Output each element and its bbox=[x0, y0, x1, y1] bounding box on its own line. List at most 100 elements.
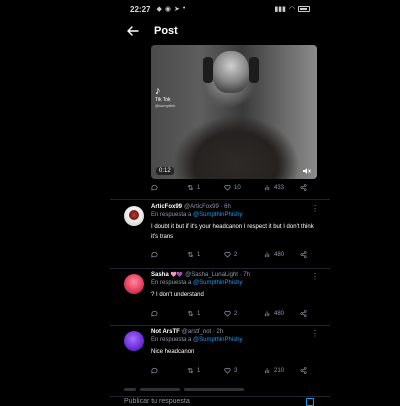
image-icon[interactable] bbox=[306, 398, 314, 406]
reply-button[interactable] bbox=[151, 367, 158, 374]
retweet-icon bbox=[187, 310, 194, 317]
phone-screen: 22:27 ◆ ◉ ➤ • ▮▮▮ ◠ Post ♪ Tik Tok @sump… bbox=[110, 0, 330, 406]
reply-content: Sasha 🩷💜 @Sasha_LunaLight · 7h En respue… bbox=[151, 272, 321, 317]
share-icon bbox=[300, 310, 307, 317]
reply-text: I doubt it but if it's your headcanon I … bbox=[151, 224, 314, 240]
views-button[interactable]: 480 bbox=[264, 251, 284, 258]
peek-avatar bbox=[124, 388, 136, 391]
next-reply-peek bbox=[124, 388, 314, 392]
whatsapp-icon: ◉ bbox=[164, 6, 171, 13]
reply-composer[interactable]: Publicar tu respuesta bbox=[110, 396, 330, 406]
reply-actions: 1 2 480 bbox=[151, 251, 321, 261]
replying-to: En respuesta a @SumpthinPhishy bbox=[151, 337, 321, 343]
wifi-icon: ◠ bbox=[288, 6, 295, 13]
reply-item[interactable]: ⋮ Sasha 🩷💜 @Sasha_LunaLight · 7h En resp… bbox=[110, 272, 330, 324]
views-count: 480 bbox=[274, 310, 285, 317]
share-button[interactable] bbox=[300, 310, 307, 317]
mention-link[interactable]: @SumpthinPhishy bbox=[193, 212, 242, 218]
status-time: 22:27 bbox=[130, 4, 151, 14]
reply-item[interactable]: ⋮ ArticFox99 @ArticFox99 · 6h En respues… bbox=[110, 204, 330, 268]
reply-author-name[interactable]: ArticFox99 bbox=[151, 204, 182, 210]
like-button[interactable]: 2 bbox=[224, 310, 237, 317]
like-count: 2 bbox=[234, 310, 238, 317]
status-right-icons: ▮▮▮ ◠ bbox=[274, 5, 310, 13]
views-button[interactable]: 433 bbox=[264, 184, 284, 191]
retweet-button[interactable]: 1 bbox=[187, 367, 200, 374]
avatar[interactable] bbox=[124, 274, 144, 294]
retweet-icon bbox=[187, 367, 194, 374]
reply-content: ArticFox99 @ArticFox99 · 6h En respuesta… bbox=[151, 204, 321, 258]
comment-icon bbox=[151, 367, 158, 374]
reply-text: ? I don't understand bbox=[151, 292, 204, 298]
volume-icon[interactable] bbox=[302, 167, 311, 175]
views-icon bbox=[264, 252, 270, 258]
reply-header: Sasha 🩷💜 @Sasha_LunaLight · 7h bbox=[151, 272, 321, 278]
reply-input-placeholder[interactable]: Publicar tu respuesta bbox=[124, 398, 190, 405]
mention-link[interactable]: @SumpthinPhishy bbox=[193, 337, 242, 343]
like-button[interactable]: 10 bbox=[224, 184, 241, 191]
back-button[interactable] bbox=[120, 18, 146, 44]
reply-header: Not ArsTF @arstf_not · 2h bbox=[151, 329, 321, 335]
like-count: 10 bbox=[234, 184, 241, 191]
views-icon bbox=[264, 368, 270, 374]
retweet-count: 1 bbox=[197, 310, 201, 317]
page-title: Post bbox=[154, 25, 178, 37]
reply-content: Not ArsTF @arstf_not · 2h En respuesta a… bbox=[151, 329, 321, 374]
like-button[interactable]: 2 bbox=[224, 251, 237, 258]
retweet-count: 1 bbox=[197, 184, 201, 191]
comment-icon bbox=[151, 184, 158, 191]
views-count: 433 bbox=[274, 184, 285, 191]
divider bbox=[110, 325, 330, 326]
dot-icon: • bbox=[182, 5, 186, 12]
reply-button[interactable] bbox=[151, 310, 158, 317]
status-bar: 22:27 ◆ ◉ ➤ • ▮▮▮ ◠ bbox=[110, 0, 330, 18]
video-subject bbox=[213, 51, 249, 93]
views-icon bbox=[264, 185, 270, 191]
arrow-left-icon bbox=[127, 26, 139, 36]
name-badges: 🩷💜 bbox=[170, 272, 184, 278]
reply-author-name[interactable]: Not ArsTF bbox=[151, 329, 180, 335]
share-button[interactable] bbox=[300, 184, 307, 191]
heart-icon bbox=[224, 368, 231, 374]
peek-meta bbox=[184, 388, 244, 391]
reply-actions: 1 2 480 bbox=[151, 310, 321, 320]
retweet-icon bbox=[187, 184, 194, 191]
comment-icon bbox=[151, 310, 158, 317]
share-button[interactable] bbox=[300, 367, 307, 374]
avatar[interactable] bbox=[124, 206, 144, 226]
views-button[interactable]: 480 bbox=[264, 310, 284, 317]
avatar[interactable] bbox=[124, 331, 144, 351]
retweet-button[interactable]: 1 bbox=[187, 251, 200, 258]
views-count: 480 bbox=[274, 251, 285, 258]
retweet-count: 1 bbox=[197, 251, 201, 258]
share-icon bbox=[300, 251, 307, 258]
views-button[interactable]: 210 bbox=[264, 367, 284, 374]
reply-button[interactable] bbox=[151, 251, 158, 258]
retweet-button[interactable]: 1 bbox=[187, 184, 200, 191]
share-button[interactable] bbox=[300, 251, 307, 258]
signal-icon: ▮▮▮ bbox=[274, 6, 286, 13]
like-count: 3 bbox=[234, 367, 238, 374]
video-duration: 0:12 bbox=[156, 167, 174, 175]
views-icon bbox=[264, 311, 270, 317]
replying-to-prefix: En respuesta a bbox=[151, 280, 192, 286]
like-button[interactable]: 3 bbox=[224, 367, 237, 374]
post-actions: 1 10 433 bbox=[151, 184, 330, 196]
reply-item[interactable]: ⋮ Not ArsTF @arstf_not · 2h En respuesta… bbox=[110, 329, 330, 381]
heart-icon bbox=[224, 311, 231, 317]
reply-text: Nice headcanon bbox=[151, 349, 195, 355]
divider bbox=[110, 268, 330, 269]
retweet-count: 1 bbox=[197, 367, 201, 374]
retweet-button[interactable]: 1 bbox=[187, 310, 200, 317]
tiktok-logo-icon: ♪ bbox=[155, 85, 161, 97]
reply-author-meta: @arstf_not · 2h bbox=[181, 329, 224, 335]
mention-link[interactable]: @SumpthinPhishy bbox=[193, 280, 242, 286]
reply-actions: 1 3 210 bbox=[151, 367, 321, 377]
views-count: 210 bbox=[274, 367, 285, 374]
tiktok-watermark: ♪ Tik Tok @sumpthin bbox=[155, 85, 175, 108]
replying-to: En respuesta a @SumpthinPhishy bbox=[151, 212, 321, 218]
comment-icon bbox=[151, 251, 158, 258]
reply-author-name[interactable]: Sasha bbox=[151, 272, 169, 278]
video-player[interactable]: ♪ Tik Tok @sumpthin 0:12 bbox=[151, 45, 317, 179]
reply-button[interactable] bbox=[151, 184, 158, 191]
